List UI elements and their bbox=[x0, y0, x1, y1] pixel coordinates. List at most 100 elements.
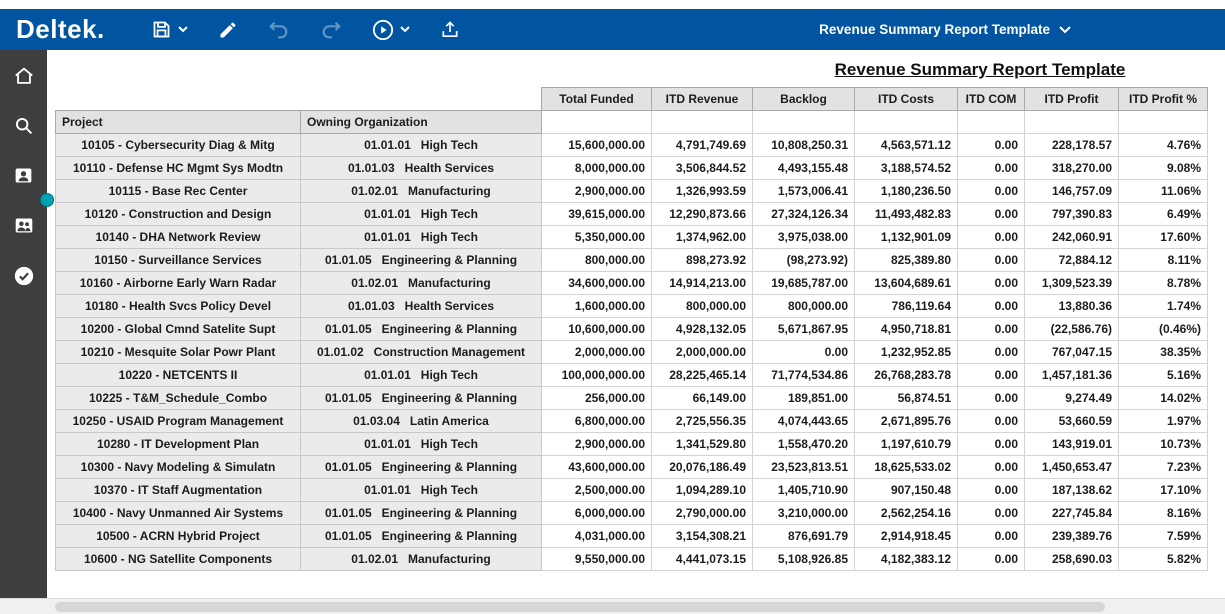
value-cell: 258,690.03 bbox=[1025, 548, 1119, 571]
table-row[interactable]: 10150 - Surveillance Services01.01.05 En… bbox=[56, 249, 1208, 272]
column-header-spacer bbox=[1025, 111, 1119, 134]
sidebar-item-home[interactable] bbox=[12, 66, 36, 90]
table-row[interactable]: 10280 - IT Development Plan01.01.01 High… bbox=[56, 433, 1208, 456]
redo-icon bbox=[320, 19, 342, 41]
sidebar-item-search[interactable] bbox=[12, 116, 36, 140]
value-cell: 3,975,038.00 bbox=[753, 226, 855, 249]
check-circle-icon bbox=[13, 265, 35, 292]
value-cell: 1,197,610.79 bbox=[855, 433, 958, 456]
value-cell: 2,671,895.76 bbox=[855, 410, 958, 433]
sidebar-item-people[interactable] bbox=[12, 216, 36, 240]
table-row[interactable]: 10500 - ACRN Hybrid Project01.01.05 Engi… bbox=[56, 525, 1208, 548]
value-cell: 27,324,126.34 bbox=[753, 203, 855, 226]
org-cell: 01.01.03 Health Services bbox=[301, 157, 542, 180]
value-cell: 5.16% bbox=[1119, 364, 1208, 387]
value-cell: 10.73% bbox=[1119, 433, 1208, 456]
value-cell: 17.10% bbox=[1119, 479, 1208, 502]
export-button[interactable] bbox=[440, 19, 460, 40]
table-row[interactable]: 10115 - Base Rec Center01.02.01 Manufact… bbox=[56, 180, 1208, 203]
org-cell: 01.01.05 Engineering & Planning bbox=[301, 525, 542, 548]
value-cell: 8,000,000.00 bbox=[542, 157, 652, 180]
column-header-spacer bbox=[753, 111, 855, 134]
value-cell: 4,791,749.69 bbox=[652, 134, 753, 157]
value-cell: 6,000,000.00 bbox=[542, 502, 652, 525]
table-row[interactable]: 10200 - Global Cmnd Satelite Supt01.01.0… bbox=[56, 318, 1208, 341]
app-toolbar: Deltek. bbox=[0, 9, 1225, 50]
value-cell: 4,441,073.15 bbox=[652, 548, 753, 571]
column-header[interactable]: ITD Revenue bbox=[652, 88, 753, 111]
table-row[interactable]: 10160 - Airborne Early Warn Radar01.02.0… bbox=[56, 272, 1208, 295]
project-cell: 10250 - USAID Program Management bbox=[56, 410, 301, 433]
org-cell: 01.01.01 High Tech bbox=[301, 433, 542, 456]
run-caret-icon[interactable] bbox=[400, 26, 410, 33]
horizontal-scrollbar-thumb[interactable] bbox=[55, 602, 1105, 612]
value-cell: 9,550,000.00 bbox=[542, 548, 652, 571]
org-cell: 01.01.05 Engineering & Planning bbox=[301, 249, 542, 272]
column-header[interactable]: Project bbox=[56, 111, 301, 134]
value-cell: 20,076,186.49 bbox=[652, 456, 753, 479]
value-cell: 1,309,523.39 bbox=[1025, 272, 1119, 295]
save-button[interactable] bbox=[151, 19, 188, 40]
value-cell: 0.00 bbox=[958, 548, 1025, 571]
value-cell: 1,094,289.10 bbox=[652, 479, 753, 502]
value-cell: 5,671,867.95 bbox=[753, 318, 855, 341]
value-cell: 800,000.00 bbox=[652, 295, 753, 318]
table-row[interactable]: 10105 - Cybersecurity Diag & Mitg01.01.0… bbox=[56, 134, 1208, 157]
column-header-spacer bbox=[542, 111, 652, 134]
scroll-position-indicator[interactable] bbox=[40, 193, 54, 207]
run-report-button[interactable] bbox=[372, 19, 410, 41]
project-cell: 10220 - NETCENTS II bbox=[56, 364, 301, 387]
redo-button[interactable] bbox=[320, 19, 342, 41]
value-cell: 0.00 bbox=[958, 180, 1025, 203]
value-cell: 4,182,383.12 bbox=[855, 548, 958, 571]
column-header[interactable]: ITD Costs bbox=[855, 88, 958, 111]
value-cell: 0.00 bbox=[753, 341, 855, 364]
column-header[interactable]: ITD Profit % bbox=[1119, 88, 1208, 111]
value-cell: 2,500,000.00 bbox=[542, 479, 652, 502]
table-row[interactable]: 10250 - USAID Program Management01.03.04… bbox=[56, 410, 1208, 433]
org-cell: 01.01.02 Construction Management bbox=[301, 341, 542, 364]
table-row[interactable]: 10140 - DHA Network Review01.01.01 High … bbox=[56, 226, 1208, 249]
column-header[interactable]: Owning Organization bbox=[301, 111, 542, 134]
contact-card-icon bbox=[13, 165, 34, 191]
sidebar-item-status[interactable] bbox=[12, 266, 36, 290]
edit-button[interactable] bbox=[218, 20, 238, 40]
undo-button[interactable] bbox=[268, 19, 290, 41]
value-cell: 13,604,689.61 bbox=[855, 272, 958, 295]
org-cell: 01.02.01 Manufacturing bbox=[301, 548, 542, 571]
value-cell: 5,108,926.85 bbox=[753, 548, 855, 571]
table-row[interactable]: 10600 - NG Satellite Components01.02.01 … bbox=[56, 548, 1208, 571]
value-cell: 0.00 bbox=[958, 134, 1025, 157]
horizontal-scrollbar[interactable] bbox=[0, 598, 1225, 614]
table-row[interactable]: 10225 - T&M_Schedule_Combo01.01.05 Engin… bbox=[56, 387, 1208, 410]
table-row[interactable]: 10220 - NETCENTS II01.01.01 High Tech100… bbox=[56, 364, 1208, 387]
table-row[interactable]: 10180 - Health Svcs Policy Devel01.01.03… bbox=[56, 295, 1208, 318]
table-row[interactable]: 10400 - Navy Unmanned Air Systems01.01.0… bbox=[56, 502, 1208, 525]
value-cell: 0.00 bbox=[958, 318, 1025, 341]
table-row[interactable]: 10300 - Navy Modeling & Simulatn01.01.05… bbox=[56, 456, 1208, 479]
value-cell: 1,341,529.80 bbox=[652, 433, 753, 456]
report-template-selector[interactable]: Revenue Summary Report Template bbox=[819, 22, 1071, 37]
column-header[interactable]: ITD COM bbox=[958, 88, 1025, 111]
value-cell: 8.11% bbox=[1119, 249, 1208, 272]
table-row[interactable]: 10370 - IT Staff Augmentation01.01.01 Hi… bbox=[56, 479, 1208, 502]
column-header[interactable]: ITD Profit bbox=[1025, 88, 1119, 111]
column-header[interactable]: Backlog bbox=[753, 88, 855, 111]
value-cell: 825,389.80 bbox=[855, 249, 958, 272]
table-row[interactable]: 10120 - Construction and Design01.01.01 … bbox=[56, 203, 1208, 226]
value-cell: 797,390.83 bbox=[1025, 203, 1119, 226]
report-content: Revenue Summary Report Template Total Fu… bbox=[47, 50, 1225, 598]
column-header-spacer bbox=[855, 111, 958, 134]
column-header[interactable]: Total Funded bbox=[542, 88, 652, 111]
save-caret-icon[interactable] bbox=[178, 26, 188, 33]
value-cell: 0.00 bbox=[958, 272, 1025, 295]
value-cell: 2,725,556.35 bbox=[652, 410, 753, 433]
value-cell: 34,600,000.00 bbox=[542, 272, 652, 295]
report-table: Total FundedITD RevenueBacklogITD CostsI… bbox=[55, 87, 1208, 571]
table-row[interactable]: 10110 - Defense HC Mgmt Sys Modtn01.01.0… bbox=[56, 157, 1208, 180]
value-cell: 3,506,844.52 bbox=[652, 157, 753, 180]
table-row[interactable]: 10210 - Mesquite Solar Powr Plant01.01.0… bbox=[56, 341, 1208, 364]
value-cell: 800,000.00 bbox=[753, 295, 855, 318]
value-cell: 4.76% bbox=[1119, 134, 1208, 157]
sidebar-item-employee[interactable] bbox=[12, 166, 36, 190]
